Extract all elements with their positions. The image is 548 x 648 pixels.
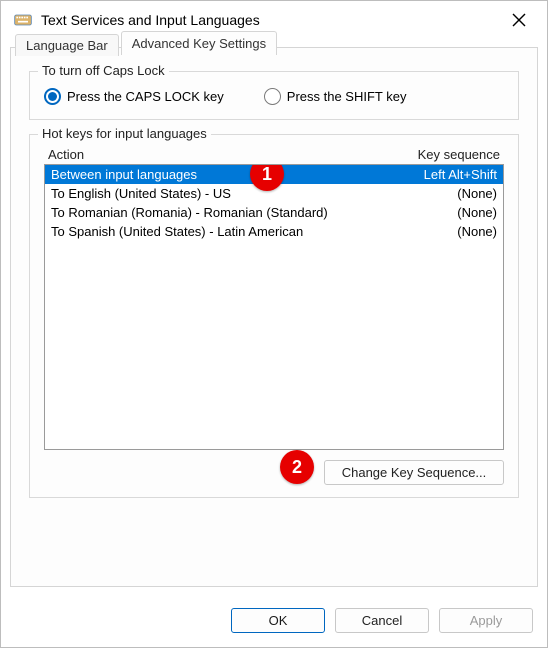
list-action: To Spanish (United States) - Latin Ameri… bbox=[51, 224, 457, 239]
hotkeys-group: Hot keys for input languages Action Key … bbox=[29, 134, 519, 498]
window-title: Text Services and Input Languages bbox=[41, 12, 503, 28]
list-action: To Romanian (Romania) - Romanian (Standa… bbox=[51, 205, 457, 220]
hotkeys-legend: Hot keys for input languages bbox=[38, 126, 211, 141]
radio-label: Press the CAPS LOCK key bbox=[67, 89, 224, 104]
header-action: Action bbox=[48, 147, 418, 162]
radio-shift-key[interactable]: Press the SHIFT key bbox=[264, 88, 407, 105]
list-keyseq: (None) bbox=[457, 205, 497, 220]
annotation-marker-2: 2 bbox=[280, 450, 314, 484]
dialog-buttons: OK Cancel Apply bbox=[231, 608, 533, 633]
list-headers: Action Key sequence bbox=[44, 147, 504, 164]
tab-sheet: Language Bar Advanced Key Settings To tu… bbox=[10, 47, 538, 587]
list-keyseq: (None) bbox=[457, 224, 497, 239]
header-key-sequence: Key sequence bbox=[418, 147, 500, 162]
cancel-button[interactable]: Cancel bbox=[335, 608, 429, 633]
list-item[interactable]: To Spanish (United States) - Latin Ameri… bbox=[45, 222, 503, 241]
tab-language-bar[interactable]: Language Bar bbox=[15, 34, 119, 56]
list-action: To English (United States) - US bbox=[51, 186, 457, 201]
radio-icon bbox=[264, 88, 281, 105]
dialog-window: Text Services and Input Languages Langua… bbox=[0, 0, 548, 648]
radio-label: Press the SHIFT key bbox=[287, 89, 407, 104]
capslock-legend: To turn off Caps Lock bbox=[38, 63, 169, 78]
radio-caps-lock-key[interactable]: Press the CAPS LOCK key bbox=[44, 88, 224, 105]
radio-icon bbox=[44, 88, 61, 105]
list-keyseq: Left Alt+Shift bbox=[424, 167, 497, 182]
close-icon bbox=[512, 13, 526, 27]
list-item[interactable]: To Romanian (Romania) - Romanian (Standa… bbox=[45, 203, 503, 222]
tab-content: To turn off Caps Lock Press the CAPS LOC… bbox=[11, 55, 537, 524]
list-keyseq: (None) bbox=[457, 186, 497, 201]
change-key-sequence-button[interactable]: Change Key Sequence... bbox=[324, 460, 504, 485]
list-action: Between input languages bbox=[51, 167, 424, 182]
change-key-row: 2 Change Key Sequence... bbox=[44, 460, 504, 485]
tab-advanced-key-settings[interactable]: Advanced Key Settings bbox=[121, 31, 277, 55]
capslock-group: To turn off Caps Lock Press the CAPS LOC… bbox=[29, 71, 519, 120]
ok-button[interactable]: OK bbox=[231, 608, 325, 633]
tab-strip: Language Bar Advanced Key Settings bbox=[15, 27, 537, 55]
capslock-radios: Press the CAPS LOCK key Press the SHIFT … bbox=[44, 88, 504, 105]
apply-button[interactable]: Apply bbox=[439, 608, 533, 633]
hotkeys-listbox[interactable]: Between input languages Left Alt+Shift T… bbox=[44, 164, 504, 450]
